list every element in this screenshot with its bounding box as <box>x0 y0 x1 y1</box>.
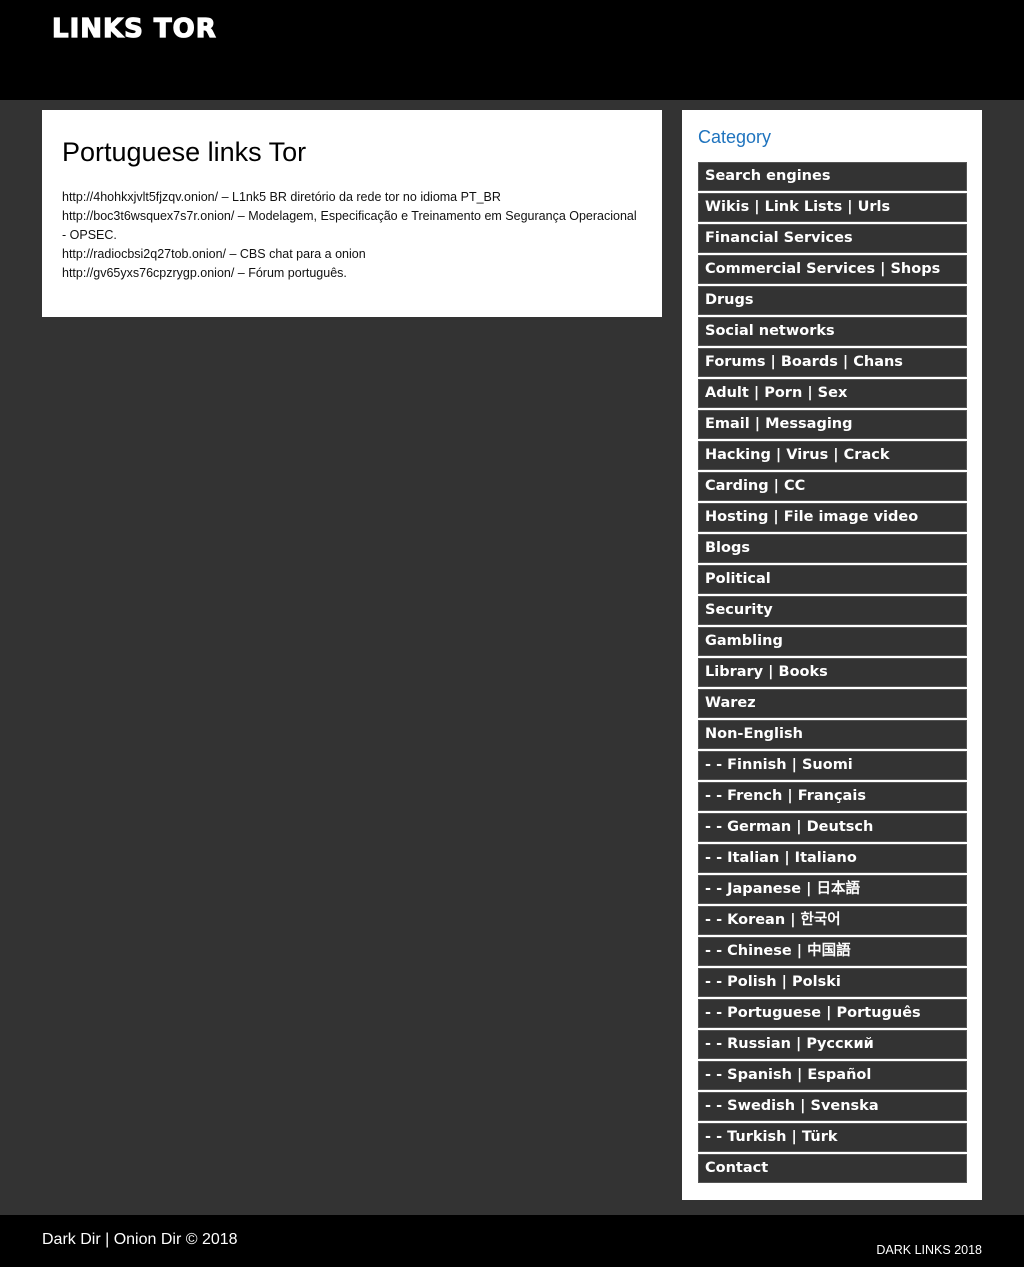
category-item-social-networks[interactable]: Social networks <box>698 317 967 346</box>
category-item-security[interactable]: Security <box>698 596 967 625</box>
category-item-hosting[interactable]: Hosting | File image video <box>698 503 967 532</box>
main-content: Portuguese links Tor http://4hohkxjvlt5f… <box>42 110 662 317</box>
category-item-library[interactable]: Library | Books <box>698 658 967 687</box>
category-item-german[interactable]: - - German | Deutsch <box>698 813 967 842</box>
category-item-polish[interactable]: - - Polish | Polski <box>698 968 967 997</box>
footer-brand: DARK LINKS 2018 <box>876 1243 982 1257</box>
category-item-wikis[interactable]: Wikis | Link Lists | Urls <box>698 193 967 222</box>
site-title-link[interactable]: LINKS TOR <box>51 13 217 44</box>
category-list: Search engines Wikis | Link Lists | Urls… <box>698 162 967 1183</box>
category-item-finnish[interactable]: - - Finnish | Suomi <box>698 751 967 780</box>
category-item-russian[interactable]: - - Russian | Русский <box>698 1030 967 1059</box>
category-item-drugs[interactable]: Drugs <box>698 286 967 315</box>
category-item-warez[interactable]: Warez <box>698 689 967 718</box>
category-item-chinese[interactable]: - - Chinese | 中国語 <box>698 937 967 966</box>
category-sidebar: Category Search engines Wikis | Link Lis… <box>682 110 982 1200</box>
category-item-commercial-services[interactable]: Commercial Services | Shops <box>698 255 967 284</box>
category-item-contact[interactable]: Contact <box>698 1154 967 1183</box>
category-item-portuguese[interactable]: - - Portuguese | Português <box>698 999 967 1028</box>
category-item-adult[interactable]: Adult | Porn | Sex <box>698 379 967 408</box>
category-item-gambling[interactable]: Gambling <box>698 627 967 656</box>
category-item-forums[interactable]: Forums | Boards | Chans <box>698 348 967 377</box>
site-header: LINKS TOR <box>0 0 1024 100</box>
link-line: http://gv65yxs76cpzrygp.onion/ – Fórum p… <box>62 266 347 280</box>
link-line: http://4hohkxjvlt5fjzqv.onion/ – L1nk5 B… <box>62 190 501 204</box>
page-title: Portuguese links Tor <box>62 137 307 167</box>
category-item-email[interactable]: Email | Messaging <box>698 410 967 439</box>
category-item-financial-services[interactable]: Financial Services <box>698 224 967 253</box>
category-item-hacking[interactable]: Hacking | Virus | Crack <box>698 441 967 470</box>
category-item-french[interactable]: - - French | Français <box>698 782 967 811</box>
category-item-search-engines[interactable]: Search engines <box>698 162 967 191</box>
category-item-spanish[interactable]: - - Spanish | Español <box>698 1061 967 1090</box>
category-item-korean[interactable]: - - Korean | 한국어 <box>698 906 967 935</box>
category-item-japanese[interactable]: - - Japanese | 日本語 <box>698 875 967 904</box>
category-item-non-english[interactable]: Non-English <box>698 720 967 749</box>
sidebar-title: Category <box>698 127 772 147</box>
category-item-political[interactable]: Political <box>698 565 967 594</box>
category-item-turkish[interactable]: - - Turkish | Türk <box>698 1123 967 1152</box>
link-line: http://radiocbsi2q27tob.onion/ – CBS cha… <box>62 247 366 261</box>
article-body: http://4hohkxjvlt5fjzqv.onion/ – L1nk5 B… <box>62 188 642 283</box>
footer-copyright: Dark Dir | Onion Dir © 2018 <box>42 1231 238 1248</box>
site-footer: Dark Dir | Onion Dir © 2018 DARK LINKS 2… <box>0 1215 1024 1267</box>
category-item-carding[interactable]: Carding | CC <box>698 472 967 501</box>
link-line: http://boc3t6wsquex7s7r.onion/ – Modelag… <box>62 209 637 242</box>
category-item-swedish[interactable]: - - Swedish | Svenska <box>698 1092 967 1121</box>
category-item-blogs[interactable]: Blogs <box>698 534 967 563</box>
category-item-italian[interactable]: - - Italian | Italiano <box>698 844 967 873</box>
